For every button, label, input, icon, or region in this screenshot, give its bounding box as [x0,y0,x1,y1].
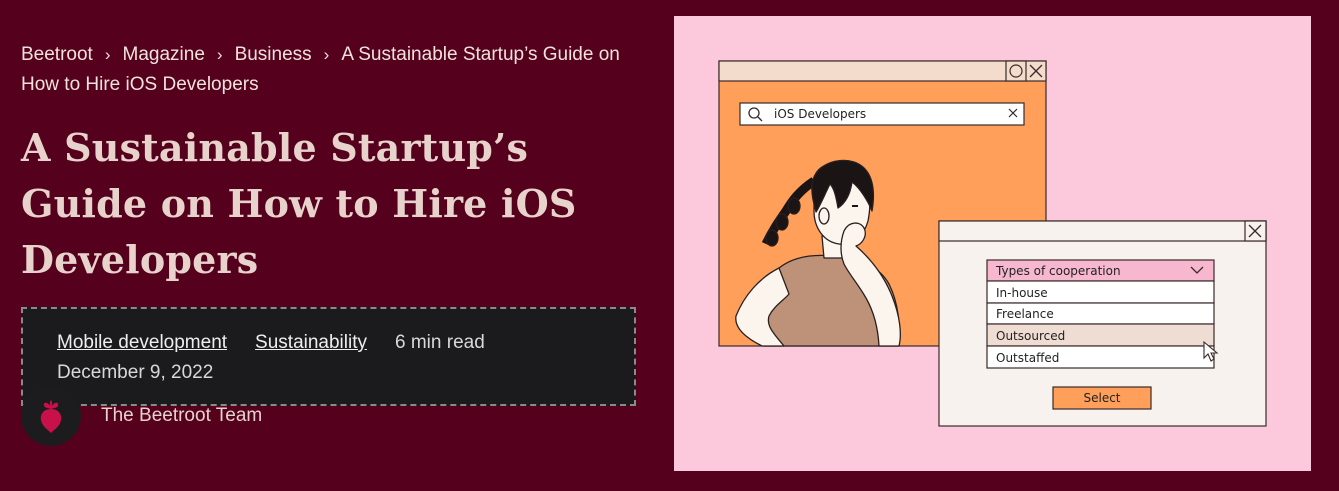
option-label: Freelance [996,307,1054,321]
author-name: The Beetroot Team [101,405,263,426]
select-button-label: Select [1083,391,1120,405]
option-label: In-house [996,286,1048,300]
breadcrumb: Beetroot › Magazine › Business › A Sustainable… [21,40,651,100]
option-label: Outstaffed [996,351,1059,365]
publish-date: December 9, 2022 [57,362,214,383]
article-header: Beetroot › Magazine › Business › A Sustainable… [21,40,651,446]
read-time: 6 min read [395,332,485,353]
page-title: A Sustainable Startup’s Guide on How to … [21,125,577,282]
cooperation-window: Types of cooperation In-house Freelance … [938,220,1267,427]
avatar [21,386,81,446]
hero-illustration: iOS Developers Types of cooperation In-h… [674,16,1311,471]
tag-mobile-development[interactable]: Mobile development [57,332,227,353]
chevron-right-icon: › [323,45,330,64]
beetroot-logo-icon [40,400,62,433]
chevron-right-icon: › [104,45,111,64]
dropdown-label: Types of cooperation [995,264,1121,278]
search-text: iOS Developers [774,107,866,121]
breadcrumb-item-beetroot[interactable]: Beetroot [21,44,93,65]
breadcrumb-item-business[interactable]: Business [235,44,312,65]
tag-sustainability[interactable]: Sustainability [255,332,367,353]
breadcrumb-current: A Sustainable Startup’s Guide on How to … [21,44,620,95]
author[interactable]: The Beetroot Team [21,386,262,446]
chevron-right-icon: › [216,45,223,64]
breadcrumb-item-magazine[interactable]: Magazine [123,44,205,65]
option-label: Outsourced [996,329,1065,343]
